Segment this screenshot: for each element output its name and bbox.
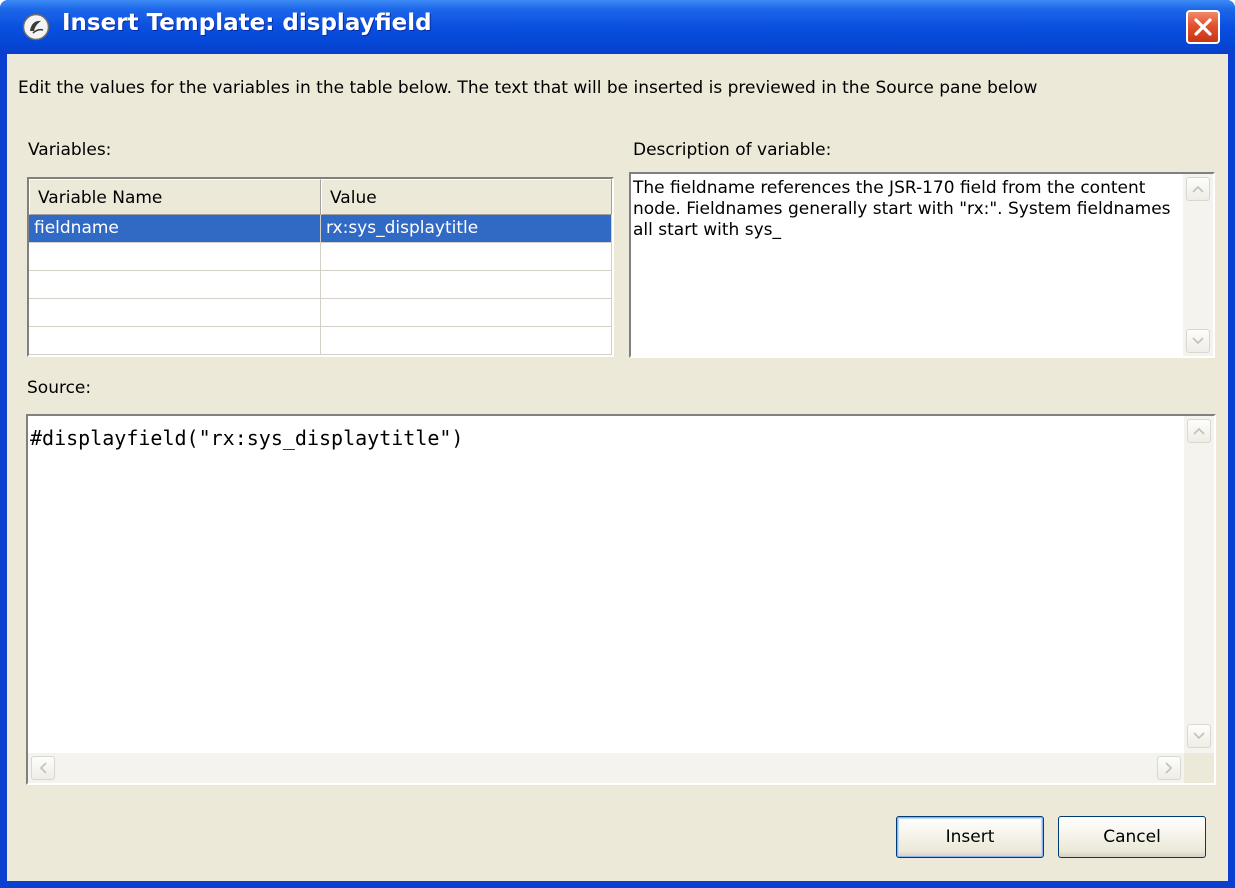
empty-cell[interactable] xyxy=(321,271,612,298)
variables-label: Variables: xyxy=(28,140,112,160)
scroll-up-button[interactable] xyxy=(1186,177,1210,201)
scroll-left-icon xyxy=(39,762,47,774)
empty-cell[interactable] xyxy=(321,327,612,354)
scrollbar-corner xyxy=(1184,753,1214,783)
scroll-right-icon xyxy=(1165,762,1173,774)
source-horizontal-scrollbar[interactable] xyxy=(28,753,1184,783)
scroll-up-button[interactable] xyxy=(1187,419,1211,443)
description-textarea[interactable]: The fieldname references the JSR-170 fie… xyxy=(629,172,1215,358)
instructions-text: Edit the values for the variables in the… xyxy=(18,78,1038,98)
close-button[interactable] xyxy=(1186,10,1220,44)
dialog-body: Edit the values for the variables in the… xyxy=(7,54,1228,881)
scroll-down-button[interactable] xyxy=(1186,329,1210,353)
empty-cell[interactable] xyxy=(29,299,321,326)
insert-button[interactable]: Insert xyxy=(896,816,1044,858)
app-logo-icon xyxy=(22,13,50,41)
scroll-down-icon xyxy=(1192,337,1204,345)
empty-cell[interactable] xyxy=(321,299,612,326)
scroll-down-button[interactable] xyxy=(1187,724,1211,748)
title-bar[interactable]: Insert Template: displayfield xyxy=(0,0,1235,54)
cancel-button[interactable]: Cancel xyxy=(1058,816,1206,858)
column-header-value[interactable]: Value xyxy=(321,179,612,215)
source-text: #displayfield("rx:sys_displaytitle") xyxy=(30,426,464,450)
source-vertical-scrollbar[interactable] xyxy=(1184,416,1214,753)
scroll-right-button[interactable] xyxy=(1157,756,1181,780)
empty-cell[interactable] xyxy=(29,327,321,354)
empty-cell[interactable] xyxy=(29,243,321,270)
scroll-up-icon xyxy=(1192,185,1204,193)
table-row[interactable] xyxy=(29,271,612,299)
source-textarea[interactable]: #displayfield("rx:sys_displaytitle") xyxy=(26,414,1216,785)
table-row[interactable] xyxy=(29,299,612,327)
table-row[interactable]: fieldname rx:sys_displaytitle xyxy=(29,215,612,243)
table-header: Variable Name Value xyxy=(29,179,612,215)
variable-name-cell[interactable]: fieldname xyxy=(29,215,321,242)
description-vertical-scrollbar[interactable] xyxy=(1183,174,1213,356)
table-body: fieldname rx:sys_displaytitle xyxy=(29,215,612,355)
scroll-up-icon xyxy=(1193,427,1205,435)
empty-cell[interactable] xyxy=(321,243,612,270)
column-header-variable-name[interactable]: Variable Name xyxy=(29,179,321,215)
scroll-down-icon xyxy=(1193,732,1205,740)
variable-value-cell[interactable]: rx:sys_displaytitle xyxy=(321,215,612,242)
description-text: The fieldname references the JSR-170 fie… xyxy=(633,178,1171,240)
window-title: Insert Template: displayfield xyxy=(62,10,432,36)
close-icon xyxy=(1194,18,1212,36)
table-row[interactable] xyxy=(29,243,612,271)
scroll-left-button[interactable] xyxy=(31,756,55,780)
variables-table[interactable]: Variable Name Value fieldname rx:sys_dis… xyxy=(27,177,614,357)
insert-template-dialog: Insert Template: displayfield Edit the v… xyxy=(0,0,1235,888)
source-label: Source: xyxy=(27,378,92,398)
description-label: Description of variable: xyxy=(633,140,832,160)
empty-cell[interactable] xyxy=(29,271,321,298)
table-row[interactable] xyxy=(29,327,612,355)
